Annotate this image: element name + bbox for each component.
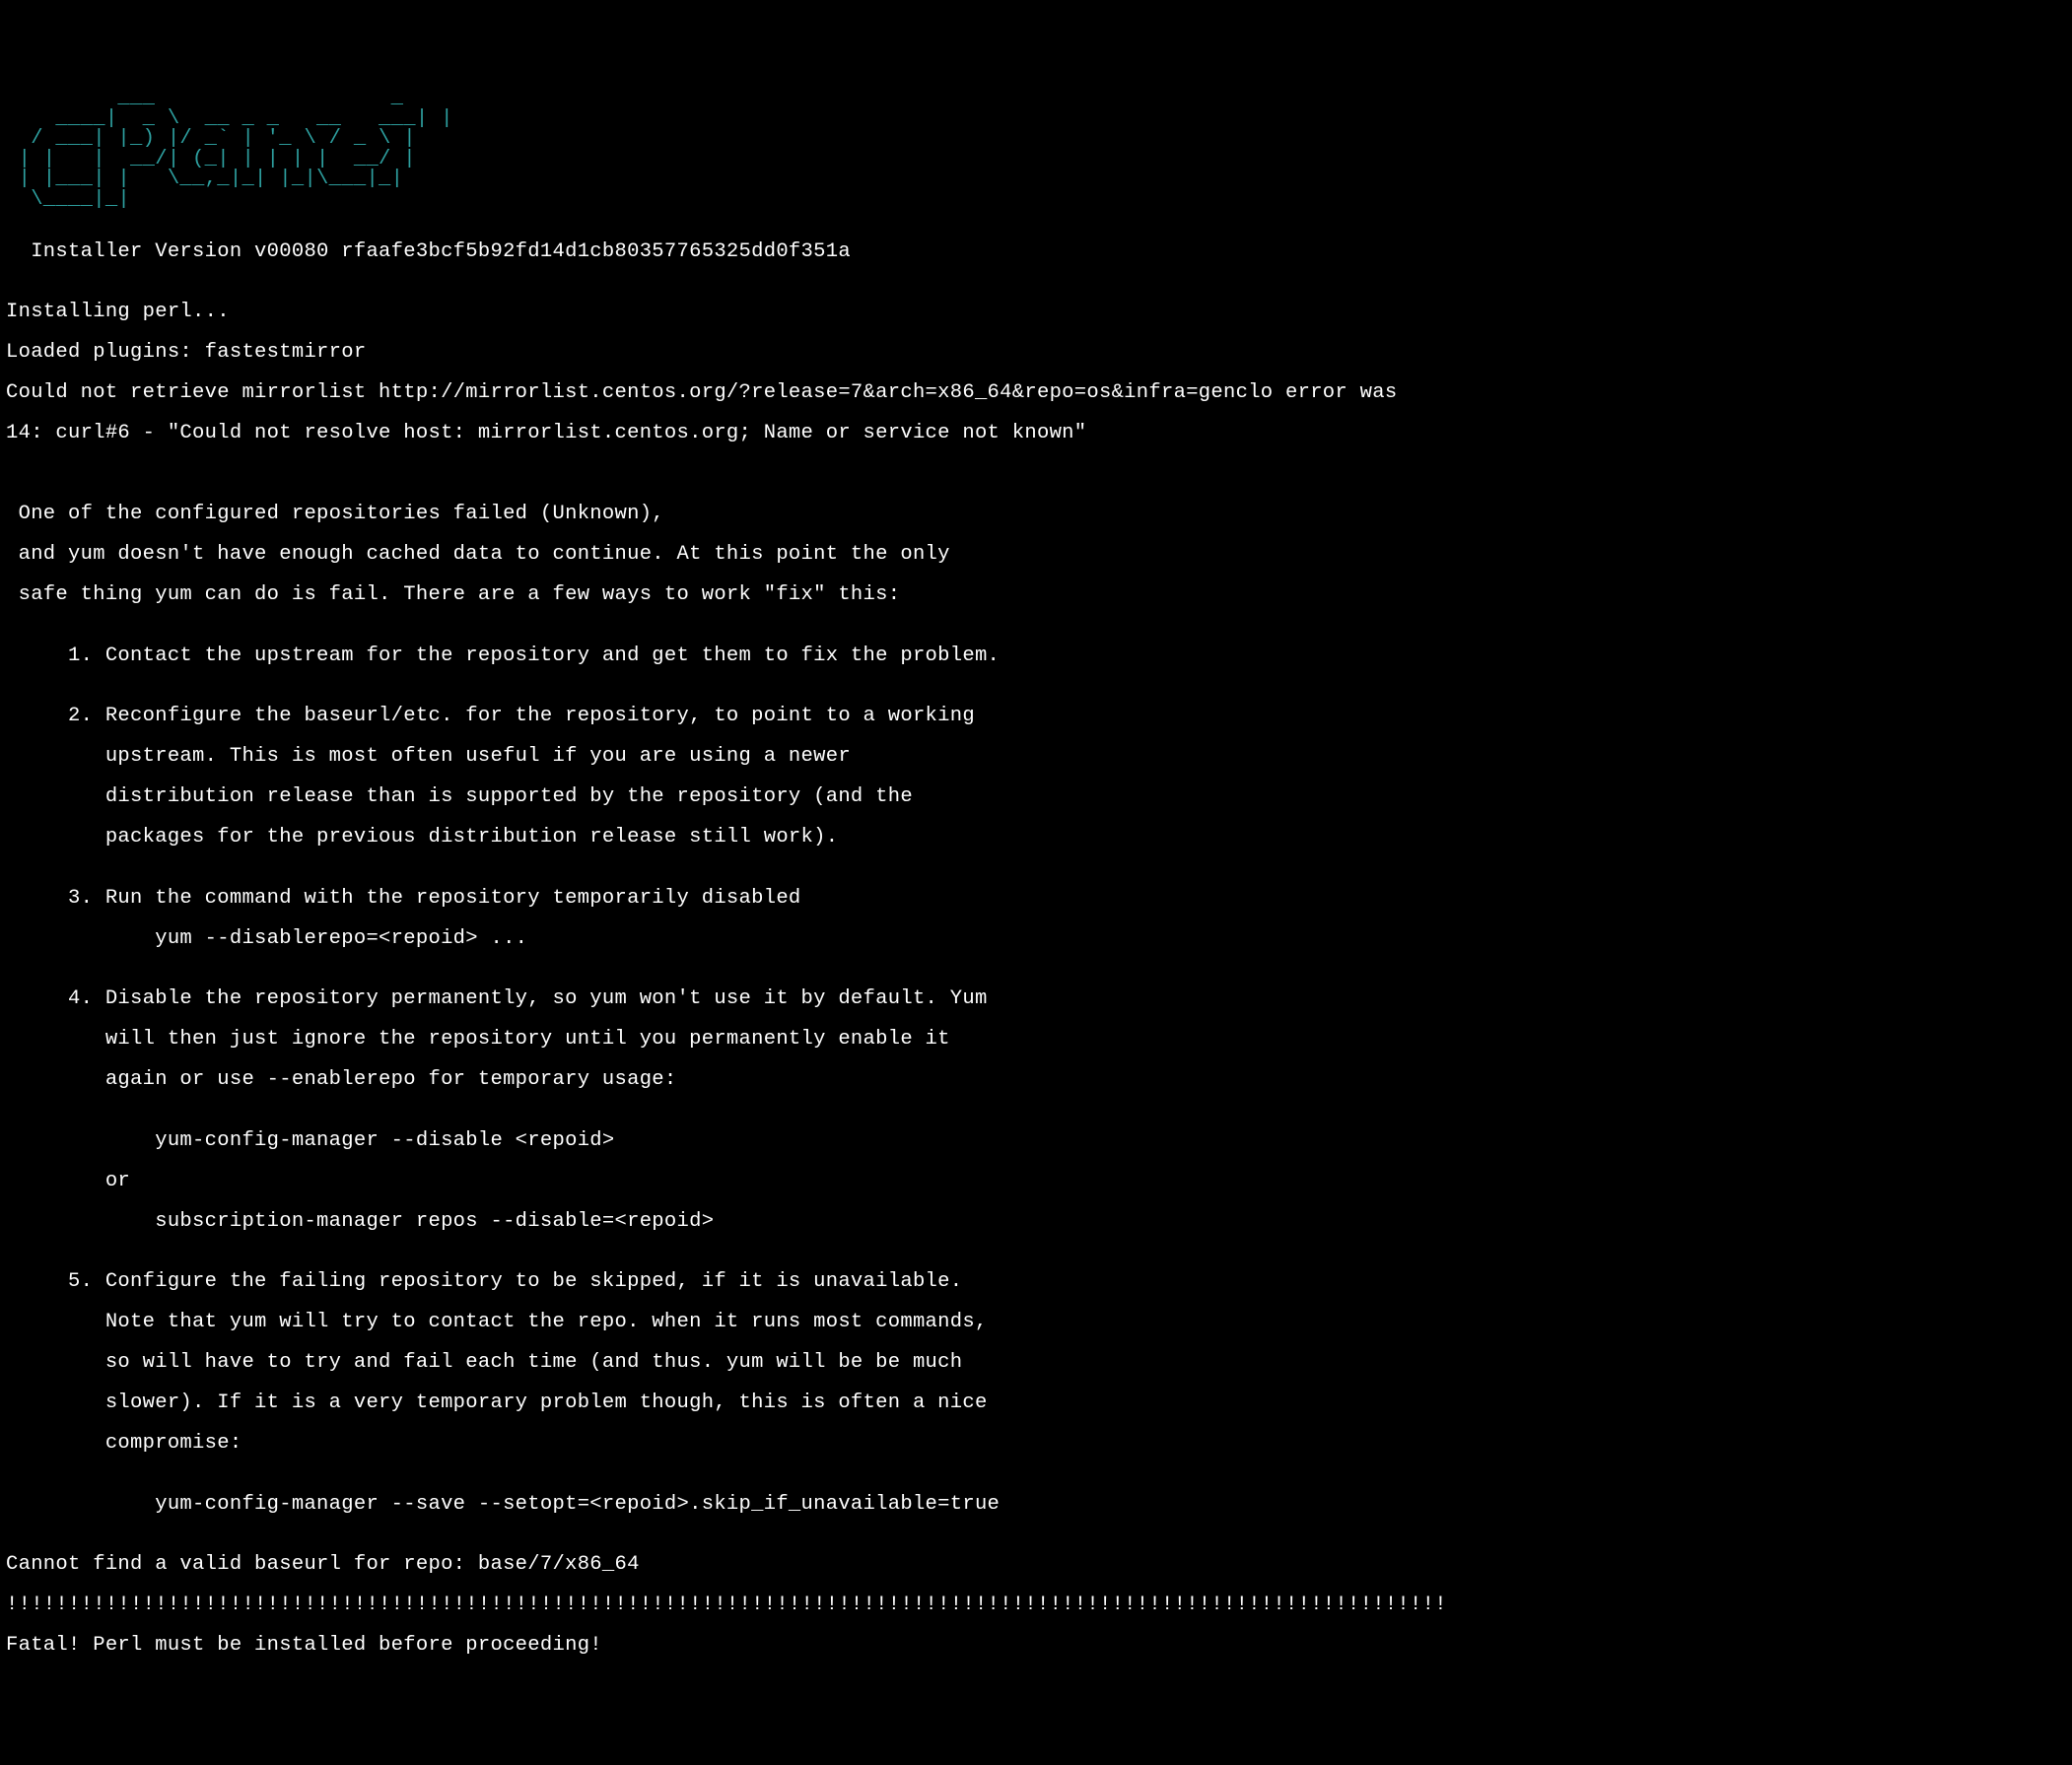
fatal-error-line: Fatal! Perl must be installed before pro… [6,1636,2066,1657]
option-4-command: yum-config-manager --disable <repoid> [6,1131,2066,1152]
cpanel-ascii-logo: ___ _ ____| _ \ __ _ _ __ ___| | / ___| … [6,89,2066,210]
installing-perl-line: Installing perl... [6,303,2066,323]
cannot-find-baseurl-line: Cannot find a valid baseurl for repo: ba… [6,1555,2066,1576]
installer-version-line: Installer Version v00080 rfaafe3bcf5b92f… [6,242,2066,263]
option-5-line: compromise: [6,1434,2066,1455]
repo-failed-line: One of the configured repositories faile… [6,505,2066,525]
option-2-line: distribution release than is supported b… [6,787,2066,808]
option-4-line: again or use --enablerepo for temporary … [6,1070,2066,1091]
option-1-line: 1. Contact the upstream for the reposito… [6,646,2066,667]
option-4-or: or [6,1172,2066,1192]
option-5-line: 5. Configure the failing repository to b… [6,1272,2066,1293]
yum-cached-line: and yum doesn't have enough cached data … [6,545,2066,566]
option-4-command: subscription-manager repos --disable=<re… [6,1212,2066,1233]
exclamation-separator-line: !!!!!!!!!!!!!!!!!!!!!!!!!!!!!!!!!!!!!!!!… [6,1595,2066,1616]
option-2-line: upstream. This is most often useful if y… [6,747,2066,768]
option-3-command: yum --disablerepo=<repoid> ... [6,929,2066,950]
yum-fail-line: safe thing yum can do is fail. There are… [6,585,2066,606]
option-2-line: packages for the previous distribution r… [6,828,2066,849]
curl-error-line: 14: curl#6 - "Could not resolve host: mi… [6,424,2066,444]
option-2-line: 2. Reconfigure the baseurl/etc. for the … [6,707,2066,727]
option-5-line: slower). If it is a very temporary probl… [6,1393,2066,1414]
option-4-line: 4. Disable the repository permanently, s… [6,989,2066,1010]
option-4-line: will then just ignore the repository unt… [6,1030,2066,1051]
option-3-line: 3. Run the command with the repository t… [6,889,2066,910]
mirrorlist-error-line: Could not retrieve mirrorlist http://mir… [6,383,2066,404]
option-5-command: yum-config-manager --save --setopt=<repo… [6,1495,2066,1516]
loaded-plugins-line: Loaded plugins: fastestmirror [6,343,2066,364]
option-5-line: Note that yum will try to contact the re… [6,1313,2066,1333]
option-5-line: so will have to try and fail each time (… [6,1353,2066,1374]
